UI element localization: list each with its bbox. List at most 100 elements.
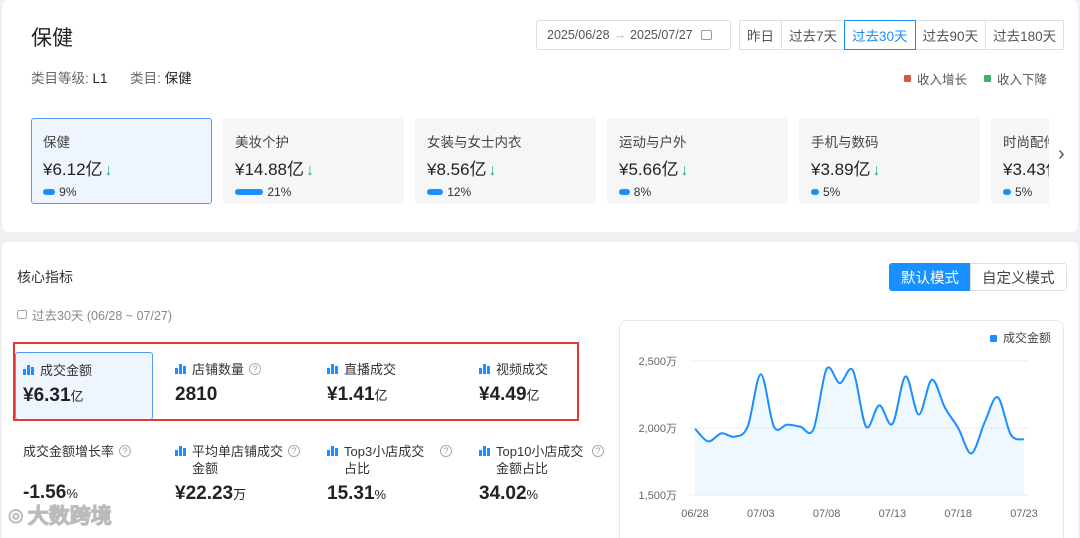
- metric-avg-shop-gmv[interactable]: 平均单店铺成交金额? ¥22.23万: [175, 443, 300, 505]
- trend-down-icon: ↓: [680, 162, 689, 179]
- metric-value: 2810: [175, 384, 218, 405]
- category-overview-card: 保健 类目等级: L1 类目: 保健 2025/06/28 → 2025/07/…: [2, 0, 1078, 232]
- metric-top10-share[interactable]: Top10小店成交金额占比? 34.02%: [479, 443, 604, 505]
- metric-unit: %: [526, 487, 539, 502]
- carousel-next-chevron-icon[interactable]: ›: [1058, 143, 1065, 166]
- range-180d-button[interactable]: 过去180天: [985, 20, 1065, 50]
- bar-chart-icon: [175, 445, 187, 456]
- category-value: ¥3.89亿: [811, 160, 871, 179]
- date-arrow-icon: →: [613, 28, 627, 42]
- range-yesterday-button[interactable]: 昨日: [739, 20, 782, 50]
- metric-value: ¥4.49: [479, 384, 527, 405]
- share-pct: 8%: [633, 185, 652, 199]
- trend-down-icon: ↓: [488, 162, 497, 179]
- metric-label: 成交金额增长率: [23, 444, 115, 459]
- category-carousel: 保健 ¥6.12亿 ↓ 9% 美妆个护 ¥14.88亿 ↓ 21% 女装与女士内衣 …: [31, 118, 1049, 204]
- period-label: 过去30天 (06/28 ~ 07/27): [32, 309, 173, 323]
- bar-chart-icon: [479, 445, 491, 456]
- legend-down-swatch: [984, 75, 991, 82]
- category-label: 类目:: [130, 71, 161, 86]
- calendar-icon: [700, 30, 712, 40]
- category-value: ¥14.88亿: [235, 160, 304, 179]
- metric-shop-count[interactable]: 店铺数量? 2810: [175, 361, 313, 406]
- bar-chart-icon: [327, 445, 339, 456]
- category-name: 运动与户外: [619, 135, 687, 150]
- help-icon[interactable]: ?: [592, 445, 604, 457]
- page-title: 保健: [31, 27, 73, 50]
- metric-label: 店铺数量: [192, 362, 245, 377]
- level-label: 类目等级:: [31, 71, 89, 86]
- share-bar: [427, 189, 444, 195]
- y-tick-label: 1,500万: [638, 490, 677, 502]
- metric-unit: 万: [233, 487, 247, 502]
- share-bar: [43, 189, 56, 195]
- period-text: 过去30天 (06/28 ~ 07/27): [17, 305, 172, 324]
- custom-mode-button[interactable]: 自定义模式: [970, 263, 1067, 291]
- category-meta: 类目等级: L1 类目: 保健: [31, 67, 192, 87]
- legend-swatch: [990, 335, 997, 342]
- metric-label: 成交金额: [40, 363, 93, 378]
- trend-down-icon: ↓: [306, 162, 314, 179]
- watermark-icon: ◎: [8, 504, 25, 525]
- watermark-logo: ◎ 大数跨境: [8, 500, 113, 530]
- range-30d-button[interactable]: 过去30天: [844, 20, 916, 50]
- legend-label: 成交金额: [1003, 330, 1051, 345]
- metric-value: ¥22.23: [175, 483, 234, 504]
- x-tick-label: 07/13: [879, 508, 907, 520]
- bar-chart-icon: [327, 363, 339, 374]
- core-metrics-title: 核心指标: [17, 269, 73, 285]
- bar-chart-icon: [479, 363, 491, 374]
- category-value: 保健: [164, 71, 192, 86]
- category-value: ¥3.43亿: [1003, 160, 1049, 179]
- category-card-4[interactable]: 手机与数码 ¥3.89亿 ↓ 5%: [799, 118, 980, 204]
- range-selector: 昨日 过去7天 过去30天 过去90天 过去180天: [739, 20, 1065, 50]
- level-value: L1: [92, 71, 108, 86]
- legend-income-down: 收入下降: [984, 69, 1047, 88]
- mode-switch: 默认模式 自定义模式: [889, 263, 1067, 291]
- metric-label: Top10小店成交金额占比: [496, 444, 584, 476]
- legend-up-swatch: [904, 75, 911, 82]
- x-tick-label: 07/08: [813, 508, 841, 520]
- category-name: 女装与女士内衣: [427, 135, 522, 150]
- category-name: 时尚配件: [1003, 135, 1049, 150]
- category-name: 美妆个护: [235, 135, 289, 150]
- metric-live-gmv[interactable]: 直播成交 ¥1.41亿: [327, 361, 465, 406]
- help-icon[interactable]: ?: [440, 445, 452, 457]
- metric-gmv-growth[interactable]: 成交金额增长率? -1.56%: [23, 443, 161, 504]
- share-pct: 21%: [267, 185, 292, 199]
- metric-gmv[interactable]: 成交金额 ¥6.31亿: [15, 352, 153, 420]
- default-mode-button[interactable]: 默认模式: [889, 263, 971, 291]
- metric-value: ¥1.41: [327, 384, 375, 405]
- share-pct: 9%: [59, 185, 77, 199]
- category-card-1[interactable]: 美妆个护 ¥14.88亿 ↓ 21%: [223, 118, 404, 204]
- metric-video-gmv[interactable]: 视频成交 ¥4.49亿: [479, 361, 617, 406]
- help-icon[interactable]: ?: [249, 363, 262, 375]
- legend-income-up: 收入增长: [904, 69, 967, 88]
- x-tick-label: 07/18: [944, 508, 972, 520]
- legend-up-label: 收入增长: [917, 73, 968, 87]
- range-7d-button[interactable]: 过去7天: [781, 20, 846, 50]
- category-card-3[interactable]: 运动与户外 ¥5.66亿 ↓ 8%: [607, 118, 788, 204]
- metric-unit: %: [66, 486, 78, 501]
- date-range-picker[interactable]: 2025/06/28 → 2025/07/27: [536, 20, 731, 50]
- bar-chart-icon: [23, 364, 35, 375]
- share-pct: 5%: [823, 185, 841, 199]
- category-card-0[interactable]: 保健 ¥6.12亿 ↓ 9%: [31, 118, 212, 204]
- category-card-2[interactable]: 女装与女士内衣 ¥8.56亿 ↓ 12%: [415, 118, 596, 204]
- metric-unit: 亿: [526, 388, 540, 403]
- x-tick-label: 07/03: [747, 508, 775, 520]
- category-name: 手机与数码: [811, 135, 879, 150]
- category-value: ¥6.12亿: [43, 160, 103, 179]
- range-90d-button[interactable]: 过去90天: [914, 20, 987, 50]
- help-icon[interactable]: ?: [288, 445, 300, 457]
- metric-top3-share[interactable]: Top3小店成交占比? 15.31%: [327, 443, 452, 505]
- y-tick-label: 2,500万: [638, 356, 677, 368]
- metric-unit: %: [374, 487, 387, 502]
- category-card-5[interactable]: 时尚配件 ¥3.43亿↓ 5%: [991, 118, 1049, 204]
- share-pct: 5%: [1015, 185, 1033, 199]
- calendar-icon: [17, 310, 27, 319]
- metric-label: 直播成交: [344, 362, 397, 377]
- share-bar: [811, 189, 819, 195]
- help-icon[interactable]: ?: [119, 445, 132, 457]
- trend-line-chart: 2,500万 2,000万 1,500万 06/28 07/03 07/08 07/13 07…: [638, 330, 1051, 520]
